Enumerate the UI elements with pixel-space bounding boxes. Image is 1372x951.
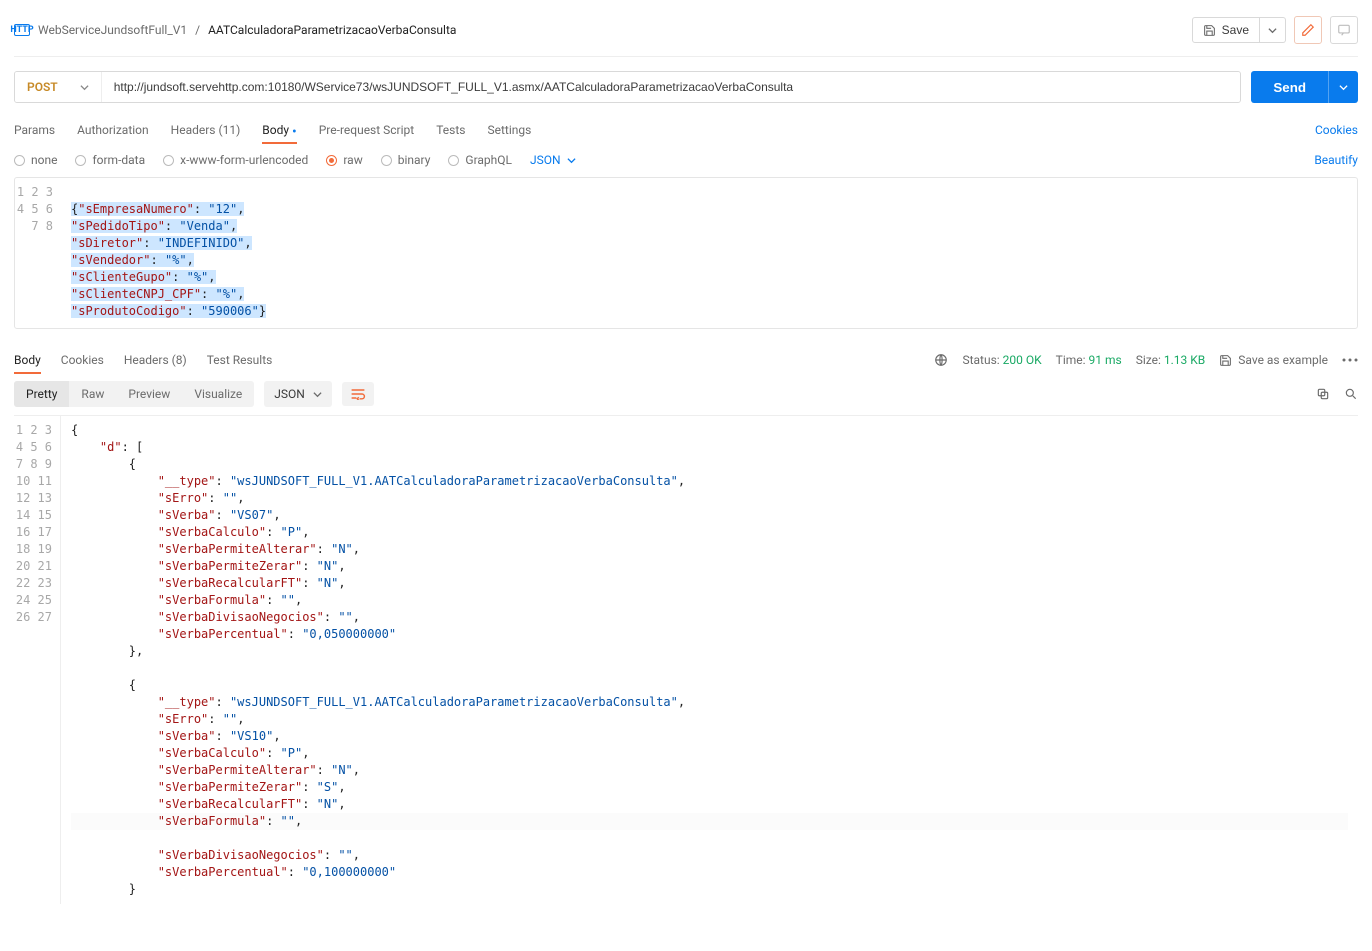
tab-params[interactable]: Params	[14, 117, 55, 143]
save-icon	[1203, 24, 1216, 37]
method-label: POST	[27, 80, 58, 94]
save-button-group: Save	[1192, 17, 1286, 43]
more-icon[interactable]	[1342, 358, 1358, 362]
response-tab-headers[interactable]: Headers (8)	[124, 347, 187, 373]
size-value: 1.13 KB	[1164, 353, 1205, 367]
view-pretty[interactable]: Pretty	[14, 381, 69, 407]
save-button[interactable]: Save	[1192, 17, 1260, 43]
response-lang-select[interactable]: JSON	[264, 381, 332, 407]
save-as-example-button[interactable]: Save as example	[1219, 353, 1328, 367]
search-icon[interactable]	[1344, 387, 1358, 401]
body-type-xwww[interactable]: x-www-form-urlencoded	[163, 153, 308, 167]
tab-body[interactable]: Body •	[262, 117, 296, 143]
radio-icon	[14, 155, 25, 166]
save-button-label: Save	[1222, 23, 1249, 37]
request-body-editor[interactable]: 1 2 3 4 5 6 7 8 {"sEmpresaNumero": "12",…	[14, 177, 1358, 329]
response-meta: Status: 200 OK Time: 91 ms Size: 1.13 KB…	[934, 353, 1358, 367]
method-url-bar: POST	[14, 71, 1241, 103]
tab-body-label: Body	[262, 123, 289, 137]
radio-icon	[326, 155, 337, 166]
http-icon: HTTP	[14, 24, 30, 36]
tab-settings[interactable]: Settings	[487, 117, 531, 143]
send-button-group: Send	[1251, 71, 1358, 103]
body-type-label: form-data	[92, 153, 145, 167]
body-type-graphql[interactable]: GraphQL	[448, 153, 512, 167]
response-tab-body[interactable]: Body	[14, 347, 41, 373]
radio-icon	[75, 155, 86, 166]
wrap-icon	[350, 388, 366, 400]
size-label: Size: 1.13 KB	[1136, 353, 1206, 367]
chevron-down-icon	[1268, 26, 1277, 35]
comment-icon	[1337, 23, 1351, 37]
chevron-down-icon	[567, 156, 576, 165]
globe-icon[interactable]	[934, 353, 948, 367]
unsaved-dot-icon: •	[292, 124, 297, 140]
chevron-down-icon	[1339, 83, 1348, 92]
view-preview[interactable]: Preview	[116, 381, 182, 407]
request-tabs: Params Authorization Headers (11) Body •…	[14, 117, 531, 143]
response-lang-label: JSON	[274, 387, 305, 401]
editor-gutter: 1 2 3 4 5 6 7 8 9 10 11 12 13 14 15 16 1…	[14, 416, 60, 632]
radio-icon	[381, 155, 392, 166]
beautify-link[interactable]: Beautify	[1314, 153, 1358, 167]
send-button[interactable]: Send	[1251, 71, 1328, 103]
breadcrumb-name: AATCalculadoraParametrizacaoVerbaConsult…	[208, 23, 456, 37]
body-type-label: binary	[398, 153, 431, 167]
body-type-label: x-www-form-urlencoded	[180, 153, 308, 167]
url-input[interactable]	[102, 72, 1241, 102]
time-value: 91 ms	[1089, 353, 1122, 367]
tab-pre-request-script[interactable]: Pre-request Script	[319, 117, 414, 143]
tab-headers[interactable]: Headers (11)	[171, 117, 241, 143]
cookies-link[interactable]: Cookies	[1315, 123, 1358, 137]
status-value: 200 OK	[1003, 353, 1042, 367]
status-label: Status: 200 OK	[962, 353, 1041, 367]
edit-button[interactable]	[1294, 16, 1322, 44]
view-visualize[interactable]: Visualize	[182, 381, 254, 407]
response-tabs: Body Cookies Headers (8) Test Results	[14, 347, 272, 373]
send-dropdown-button[interactable]	[1328, 71, 1358, 103]
radio-icon	[163, 155, 174, 166]
editor-code[interactable]: {"sEmpresaNumero": "12", "sPedidoTipo": …	[15, 178, 1357, 328]
response-tab-test-results[interactable]: Test Results	[207, 347, 273, 373]
body-type-raw[interactable]: raw	[326, 153, 362, 167]
response-tab-cookies[interactable]: Cookies	[61, 347, 104, 373]
radio-icon	[448, 155, 459, 166]
breadcrumb-parent[interactable]: WebServiceJundsoftFull_V1	[38, 23, 187, 37]
chevron-down-icon	[80, 83, 89, 92]
view-raw[interactable]: Raw	[69, 381, 116, 407]
method-select[interactable]: POST	[15, 72, 102, 102]
raw-type-label: JSON	[530, 153, 561, 167]
comments-button[interactable]	[1330, 16, 1358, 44]
breadcrumb: HTTP WebServiceJundsoftFull_V1 / AATCalc…	[14, 23, 456, 37]
body-type-formdata[interactable]: form-data	[75, 153, 145, 167]
chevron-down-icon	[313, 390, 322, 399]
tab-authorization[interactable]: Authorization	[77, 117, 149, 143]
raw-type-select[interactable]: JSON	[530, 153, 576, 167]
time-label: Time: 91 ms	[1056, 353, 1122, 367]
breadcrumb-separator: /	[195, 23, 200, 37]
save-icon	[1219, 354, 1232, 367]
pencil-icon	[1301, 23, 1315, 37]
body-type-options: none form-data x-www-form-urlencoded raw…	[14, 153, 576, 167]
tab-tests[interactable]: Tests	[436, 117, 465, 143]
save-example-label: Save as example	[1238, 353, 1328, 367]
body-type-none[interactable]: none	[14, 153, 57, 167]
save-dropdown-button[interactable]	[1260, 17, 1286, 43]
editor-code[interactable]: { "d": [ { "__type": "wsJUNDSOFT_FULL_V1…	[60, 416, 1358, 904]
copy-icon[interactable]	[1316, 387, 1330, 401]
editor-gutter: 1 2 3 4 5 6 7 8	[15, 178, 61, 241]
wrap-lines-button[interactable]	[342, 382, 374, 406]
body-type-binary[interactable]: binary	[381, 153, 431, 167]
body-type-label: raw	[343, 153, 362, 167]
body-type-label: none	[31, 153, 57, 167]
response-body-editor[interactable]: 1 2 3 4 5 6 7 8 9 10 11 12 13 14 15 16 1…	[14, 415, 1358, 941]
body-type-label: GraphQL	[465, 153, 512, 167]
response-view-segment: Pretty Raw Preview Visualize	[14, 381, 254, 407]
